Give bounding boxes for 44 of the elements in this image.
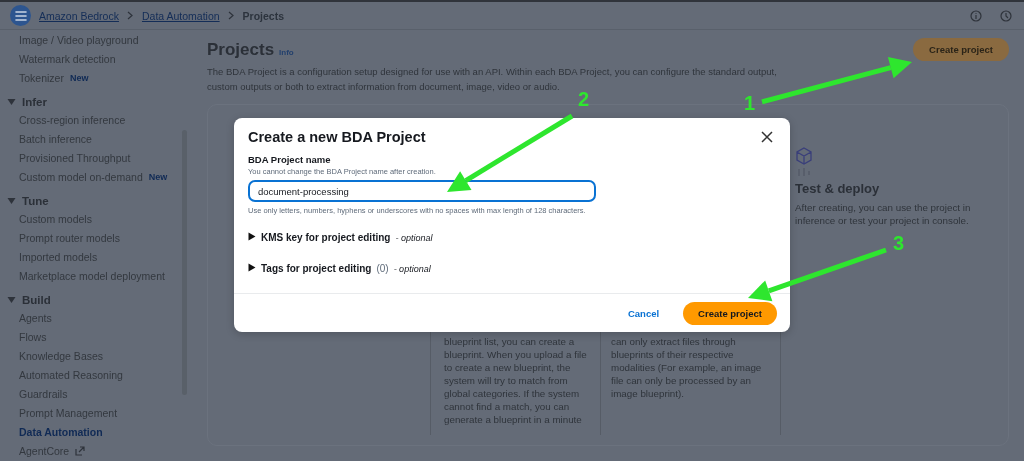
nav-link[interactable]: AgentCore — [19, 444, 70, 457]
info-button[interactable] — [968, 7, 984, 24]
menu-button[interactable] — [10, 5, 31, 26]
create-project-button[interactable]: Create project — [683, 301, 777, 325]
info-link[interactable]: Info — [279, 47, 294, 57]
optional-label: - optional — [393, 264, 431, 274]
step-number: 3 — [893, 232, 905, 255]
breadcrumb-current: Projects — [242, 9, 285, 22]
nav-link[interactable]: Cross-region inference — [19, 113, 126, 126]
optional-label: - optional — [395, 233, 433, 243]
new-label: New — [148, 171, 168, 182]
step-number: 1 — [744, 92, 756, 115]
expander-toggle[interactable]: KMS key for project editing — [261, 232, 391, 243]
dialog-title: Create a new BDA Project — [248, 129, 426, 145]
name-input-field[interactable]: document-processing — [248, 180, 596, 202]
cancel-button[interactable]: Cancel — [615, 303, 672, 323]
menu-icon — [14, 10, 27, 21]
clock-icon — [1000, 9, 1012, 22]
step-title: Test & deploy — [795, 181, 881, 196]
expander-toggle[interactable]: Tags for project editing — [261, 263, 372, 274]
nav-link[interactable]: Agents — [19, 311, 52, 324]
nav-link[interactable]: Automated Reasoning — [19, 368, 123, 381]
nav-link[interactable]: Data Automation — [19, 425, 103, 438]
section-heading[interactable]: Tune — [22, 194, 49, 207]
step-number: 2 — [578, 88, 590, 111]
nav-link[interactable]: Guardrails — [19, 387, 68, 400]
breadcrumb-link[interactable]: Amazon Bedrock — [39, 9, 119, 22]
cube-icon — [795, 147, 813, 177]
nav-link[interactable]: Knowledge Bases — [19, 349, 104, 362]
new-label: New — [69, 72, 89, 83]
nav-link[interactable]: Prompt Management — [19, 406, 118, 419]
breadcrumb-link[interactable]: Data Automation — [141, 9, 220, 22]
page-title: Projects — [207, 39, 275, 60]
field-label: BDA Project name — [248, 154, 332, 165]
section-heading[interactable]: Infer — [22, 95, 47, 108]
tag-count: (0) — [376, 263, 389, 274]
nav-link[interactable]: Flows — [19, 330, 47, 343]
section-heading[interactable]: Build — [22, 293, 51, 306]
create-project-button[interactable]: Create project — [913, 38, 1009, 61]
chevron-icon — [126, 11, 134, 20]
nav-link[interactable]: Tokenizer — [19, 71, 64, 84]
info-icon — [970, 9, 982, 22]
history-button[interactable] — [998, 7, 1014, 24]
chevron-icon — [227, 11, 235, 20]
